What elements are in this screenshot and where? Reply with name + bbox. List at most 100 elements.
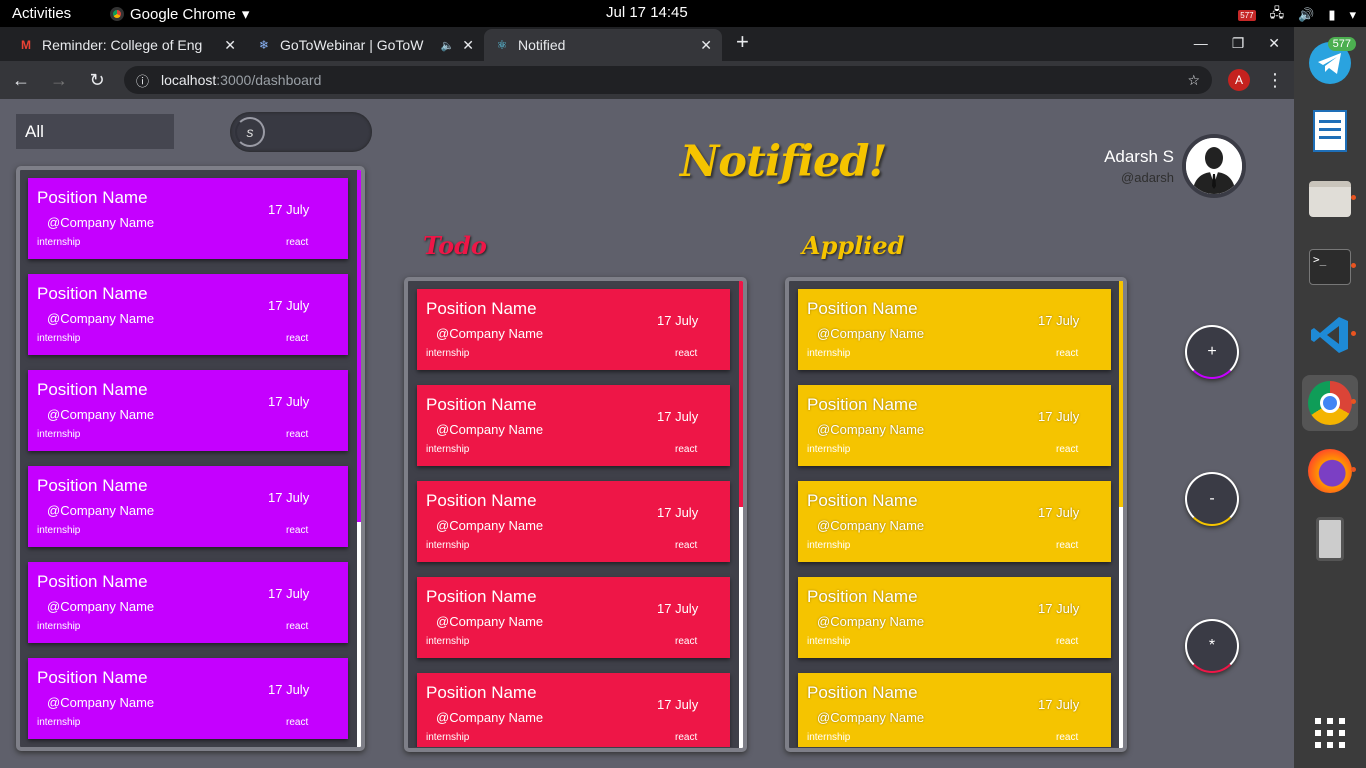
applied-job-card[interactable]: Position Name @Company Name 17 July interns… [798,289,1111,370]
chrome-icon [1308,381,1352,425]
applied-card-list: Position Name @Company Name 17 July interns… [0,99,1294,747]
tab-gotowebinar[interactable]: ❄ GoToWebinar | GoToW 🔈 ✕ [246,29,484,61]
gmail-icon: M [21,38,31,52]
writer-launcher[interactable] [1302,103,1358,159]
react-icon: ⚛ [496,38,508,52]
applied-job-card[interactable]: Position Name @Company Name 17 July interns… [798,385,1111,466]
card-tag: react [1056,732,1079,743]
close-window-icon[interactable]: ✕ [1268,35,1280,52]
add-button[interactable]: + [1185,325,1239,379]
files-launcher[interactable] [1302,171,1358,227]
address-bar[interactable]: ⓘ localhost:3000/dashboard ☆ [124,66,1212,94]
grid-icon [1315,718,1345,748]
card-company: @Company Name [817,518,925,533]
card-position: Position Name [807,299,918,318]
card-tag: react [1056,540,1079,551]
firefox-launcher[interactable] [1302,443,1358,499]
card-date: 17 July [1038,601,1080,616]
running-indicator [1351,263,1356,268]
card-type: internship [807,348,851,359]
card-date: 17 July [1038,313,1080,328]
activities-button[interactable]: Activities [12,5,71,22]
terminal-launcher[interactable]: >_ [1302,239,1358,295]
window-controls: — ❐ ✕ [1194,35,1280,52]
system-tray[interactable]: 577 🖧 🔊 ▮ ▾ [1238,4,1356,26]
card-date: 17 July [1038,697,1080,712]
close-tab-icon[interactable]: ✕ [462,37,474,54]
show-apps-button[interactable] [1302,705,1358,761]
remove-button[interactable]: - [1185,472,1239,526]
caret-down-icon: ▾ [241,6,250,23]
volume-icon[interactable]: 🔊 [1298,7,1314,23]
chevron-down-icon[interactable]: ▾ [1349,7,1356,23]
profile-avatar[interactable]: A [1228,69,1250,91]
tab-title: GoToWebinar | GoToW [280,37,424,53]
tab-gmail[interactable]: M Reminder: College of Eng ✕ [8,29,246,61]
card-tag: react [1056,636,1079,647]
device-launcher[interactable] [1302,511,1358,567]
card-tag: react [1056,444,1079,455]
card-tag: react [1056,348,1079,359]
dashboard-page: All s Notified! Adarsh S @adarsh Todo Ap… [0,99,1294,768]
running-indicator [1351,331,1356,336]
applied-job-card[interactable]: Position Name @Company Name 17 July interns… [798,673,1111,747]
card-company: @Company Name [817,326,925,341]
card-date: 17 July [1038,409,1080,424]
maximize-icon[interactable]: ❐ [1232,35,1245,52]
tab-notified[interactable]: ⚛ Notified ✕ [484,29,722,61]
webinar-icon: ❄ [258,38,270,52]
back-icon[interactable]: ← [10,70,32,91]
close-tab-icon[interactable]: ✕ [224,37,236,54]
app-menu-label: Google Chrome [130,5,236,23]
browser-toolbar: ← → ↻ ⓘ localhost:3000/dashboard ☆ A ⋮ [0,61,1294,99]
vscode-launcher[interactable] [1302,307,1358,363]
card-type: internship [807,444,851,455]
card-position: Position Name [807,587,918,606]
terminal-icon: >_ [1309,249,1351,285]
phone-icon [1316,517,1344,561]
all-button[interactable]: * [1185,619,1239,673]
minimize-icon[interactable]: — [1194,35,1208,52]
running-indicator [1351,467,1356,472]
folder-icon [1309,181,1351,217]
new-tab-button[interactable]: + [736,29,749,55]
menu-kebab-icon[interactable]: ⋮ [1266,70,1284,91]
applied-job-card[interactable]: Position Name @Company Name 17 July interns… [798,577,1111,658]
mute-icon[interactable]: 🔈 [441,39,455,52]
card-type: internship [807,540,851,551]
network-icon[interactable]: 🖧 [1270,4,1285,26]
info-icon[interactable]: ⓘ [136,71,149,90]
card-company: @Company Name [817,614,925,629]
tab-title: Notified [518,37,566,53]
forward-icon[interactable]: → [48,70,70,91]
tab-title: Reminder: College of Eng [42,37,203,53]
vscode-icon [1311,317,1348,353]
reload-icon[interactable]: ↻ [86,70,108,91]
firefox-icon [1308,449,1352,493]
bookmark-star-icon[interactable]: ☆ [1187,72,1200,89]
tab-strip: M Reminder: College of Eng ✕ ❄ GoToWebin… [0,27,1294,61]
telegram-launcher[interactable]: 577 [1302,35,1358,91]
running-indicator [1351,195,1356,200]
card-date: 17 July [1038,505,1080,520]
running-indicator [1351,399,1356,404]
clock[interactable]: Jul 17 14:45 [606,4,688,21]
card-company: @Company Name [817,422,925,437]
telegram-badge: 577 [1327,37,1356,51]
chrome-icon [110,7,124,21]
tray-badge[interactable]: 577 [1238,9,1256,21]
browser-window: M Reminder: College of Eng ✕ ❄ GoToWebin… [0,27,1294,99]
applied-job-card[interactable]: Position Name @Company Name 17 July interns… [798,481,1111,562]
document-icon [1313,110,1347,152]
card-type: internship [807,636,851,647]
card-company: @Company Name [817,710,925,725]
ubuntu-dock: 577 >_ [1294,27,1366,768]
battery-icon[interactable]: ▮ [1328,7,1335,23]
close-tab-icon[interactable]: ✕ [700,37,712,54]
url-text: localhost:3000/dashboard [161,72,322,88]
chrome-launcher[interactable] [1302,375,1358,431]
app-menu[interactable]: Google Chrome ▾ [110,5,249,23]
system-top-bar: Activities Google Chrome ▾ Jul 17 14:45 … [0,0,1366,27]
card-position: Position Name [807,491,918,510]
card-type: internship [807,732,851,743]
